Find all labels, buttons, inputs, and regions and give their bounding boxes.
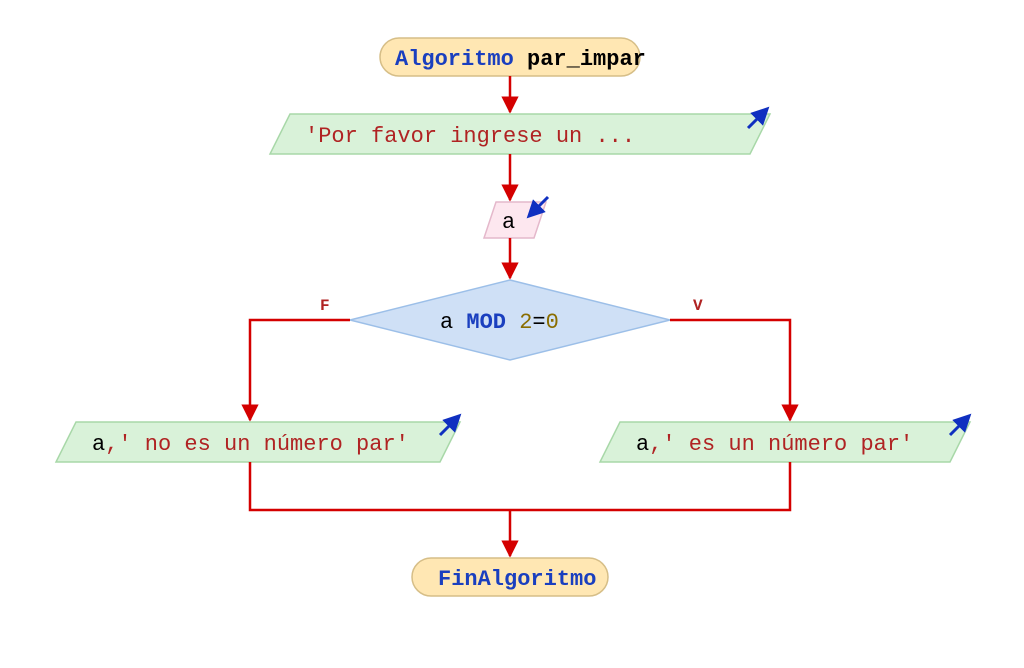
start-terminal: Algoritmo par_impar: [380, 38, 646, 76]
svg-text:a,' no es un número par': a,' no es un número par': [92, 432, 409, 457]
flow-branch-false: [250, 320, 350, 420]
end-terminal: FinAlgoritmo: [412, 558, 608, 596]
svg-text:Algoritmo par_impar: Algoritmo par_impar: [395, 47, 646, 72]
output-true: a,' es un número par': [600, 420, 970, 462]
svg-text:a MOD 2=0: a MOD 2=0: [440, 310, 559, 335]
input-node: a: [484, 197, 548, 238]
false-label: F: [320, 297, 330, 315]
decision-node: a MOD 2=0: [350, 280, 670, 360]
flow-join: [510, 462, 790, 510]
svg-text:a: a: [502, 210, 515, 235]
flow-join: [250, 462, 510, 510]
flowchart: Algoritmo par_impar 'Por favor ingrese u…: [0, 0, 1024, 668]
true-label: V: [693, 297, 703, 315]
output-false: a,' no es un número par': [56, 420, 460, 462]
svg-text:FinAlgoritmo: FinAlgoritmo: [438, 567, 596, 592]
svg-text:'Por favor ingrese un ...: 'Por favor ingrese un ...: [305, 124, 635, 149]
output-prompt: 'Por favor ingrese un ...: [270, 113, 770, 154]
svg-text:a,' es un número par': a,' es un número par': [636, 432, 913, 457]
flow-branch-true: [670, 320, 790, 420]
